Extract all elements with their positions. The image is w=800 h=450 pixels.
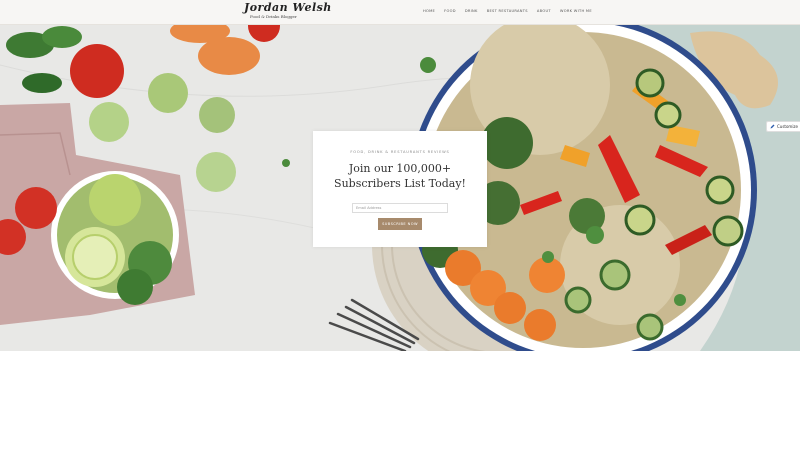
logo-tagline: Food & Drinks Blogger <box>250 14 297 19</box>
popup-eyebrow: FOOD, DRINK & RESTAURANTS REVIEWS <box>350 150 450 154</box>
site-header: Jordan Welsh Food & Drinks Blogger HOME … <box>0 0 800 25</box>
nav-item-home[interactable]: HOME <box>423 9 435 13</box>
popup-headline: Join our 100,000+ Subscribers List Today… <box>334 162 466 190</box>
nav-item-drink[interactable]: DRINK <box>465 9 478 13</box>
nav-item-work-with-me[interactable]: WORK WITH ME <box>560 9 592 13</box>
logo-script: Jordan Welsh <box>244 1 332 14</box>
nav-item-best-restaurants[interactable]: BEST RESTAURANTS <box>487 9 528 13</box>
main-nav: HOME FOOD DRINK BEST RESTAURANTS ABOUT W… <box>423 9 592 13</box>
email-field[interactable] <box>352 203 448 213</box>
customize-label: Customize <box>777 124 798 129</box>
pencil-icon <box>770 124 775 129</box>
subscribe-button[interactable]: SUBSCRIBE NOW <box>378 218 422 230</box>
nav-item-food[interactable]: FOOD <box>444 9 456 13</box>
customize-button[interactable]: Customize <box>766 121 800 132</box>
nav-item-about[interactable]: ABOUT <box>537 9 551 13</box>
subscribe-popup: FOOD, DRINK & RESTAURANTS REVIEWS Join o… <box>313 131 487 247</box>
site-logo[interactable]: Jordan Welsh Food & Drinks Blogger <box>244 2 332 20</box>
